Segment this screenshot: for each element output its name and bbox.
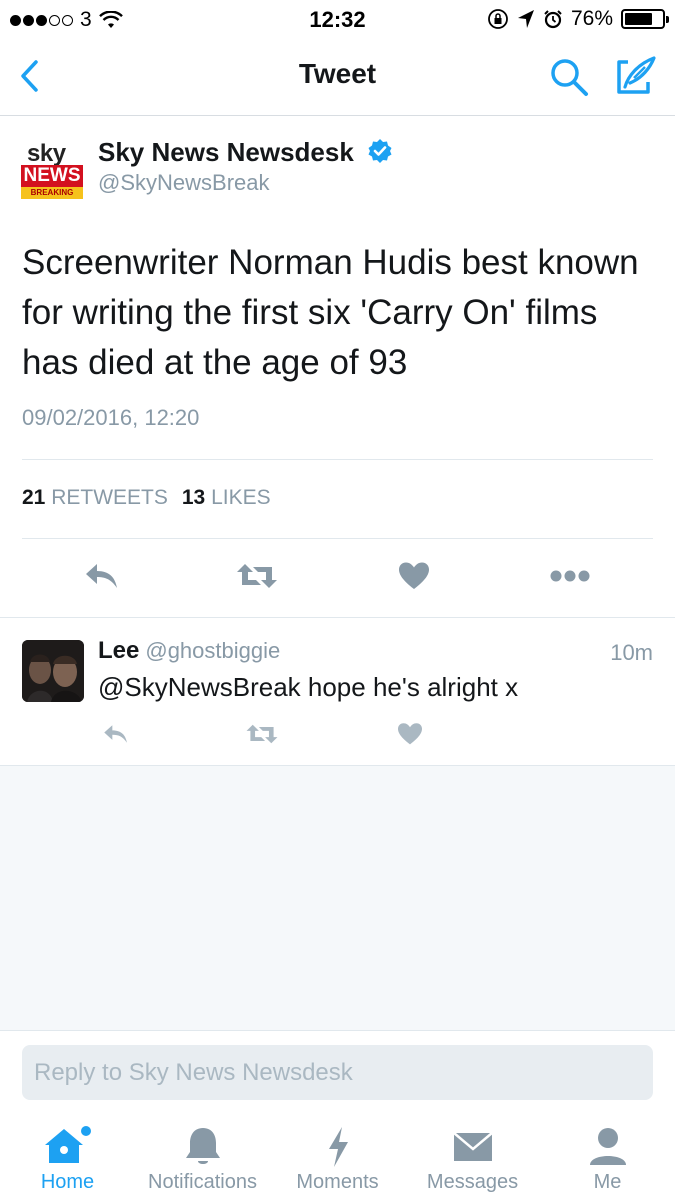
bell-icon — [185, 1128, 220, 1164]
battery-icon — [621, 9, 669, 29]
tab-label: Notifications — [148, 1171, 257, 1193]
compose-icon[interactable] — [612, 54, 658, 98]
battery-percentage: 76% — [570, 7, 613, 30]
home-icon — [44, 1126, 91, 1163]
reply-author-name: Lee — [98, 637, 140, 664]
section-divider — [0, 617, 675, 618]
tab-me[interactable]: Me — [540, 1115, 675, 1200]
rotation-lock-icon — [488, 9, 508, 29]
divider — [22, 459, 653, 460]
tweet-text: Screenwriter Norman Hudis best known for… — [22, 243, 639, 382]
tab-label: Messages — [426, 1171, 519, 1193]
battery-level — [625, 13, 653, 25]
reply-icon — [104, 725, 127, 743]
tweet-timestamp: 09/02/2016, 12:20 — [22, 405, 200, 430]
verified-badge-icon — [368, 139, 392, 163]
heart-icon — [398, 723, 422, 745]
author-avatar[interactable]: sky NEWS BREAKING — [21, 140, 85, 202]
tweet-stats: 21 RETWEETS 13 LIKES — [22, 486, 271, 510]
more-dots-icon — [550, 570, 590, 582]
tab-label: Moments — [296, 1171, 379, 1193]
envelope-icon — [452, 1132, 493, 1161]
status-bar: 3 12:32 76% — [0, 0, 675, 38]
retweet-button[interactable] — [235, 556, 279, 596]
divider — [22, 538, 653, 539]
logo-breaking-text: BREAKING — [21, 187, 83, 199]
avatar-photo — [22, 640, 84, 702]
retweets-stat[interactable]: 21 RETWEETS — [22, 486, 168, 510]
signal-strength-icon — [10, 14, 73, 26]
avatar[interactable] — [22, 640, 84, 702]
alarm-icon — [544, 10, 562, 29]
reply-actions — [0, 714, 675, 754]
author-handle[interactable]: @SkyNewsBreak — [98, 170, 270, 196]
heart-icon — [399, 562, 429, 589]
navigation-bar: Tweet — [0, 38, 675, 116]
search-icon[interactable] — [548, 56, 590, 98]
reply-author-handle: @ghostbiggie — [145, 638, 281, 663]
author-name-text: Sky News Newsdesk — [98, 137, 354, 167]
tab-label: Home — [40, 1171, 95, 1193]
lightning-icon — [328, 1127, 348, 1167]
like-button[interactable] — [392, 556, 436, 596]
likes-count: 13 — [181, 486, 206, 509]
retweet-icon — [246, 724, 278, 744]
reply-icon — [86, 564, 117, 588]
tweet-actions — [0, 556, 675, 600]
logo-sky-text: sky — [27, 140, 66, 167]
tab-label: Me — [593, 1171, 622, 1193]
location-icon — [517, 10, 534, 28]
reply-reply-button[interactable] — [94, 714, 138, 754]
reply-input[interactable] — [22, 1045, 653, 1100]
likes-stat[interactable]: 13 LIKES — [182, 486, 271, 510]
reply-composer — [0, 1030, 675, 1115]
reply-like-button[interactable] — [388, 714, 432, 754]
status-icons: 76% — [487, 7, 669, 31]
reply-timestamp: 10m — [610, 640, 653, 665]
retweets-count: 21 — [22, 486, 46, 509]
tab-moments[interactable]: Moments — [270, 1115, 405, 1200]
reply-retweet-button[interactable] — [240, 714, 284, 754]
reply-button[interactable] — [80, 556, 124, 596]
tab-bar: Home Notifications Moments Messages Me — [0, 1115, 675, 1200]
chevron-left-icon[interactable] — [14, 56, 48, 96]
tab-messages[interactable]: Messages — [405, 1115, 540, 1200]
reply-text: @SkyNewsBreak hope he's alright x — [98, 672, 519, 702]
tab-notifications[interactable]: Notifications — [135, 1115, 270, 1200]
reply-author[interactable]: Lee @ghostbiggie — [98, 637, 280, 665]
retweets-label: RETWEETS — [51, 486, 168, 509]
wifi-icon — [98, 11, 123, 28]
carrier-name: 3 — [80, 8, 92, 31]
likes-label: LIKES — [211, 486, 271, 509]
empty-area — [0, 766, 675, 1030]
logo-news-text: NEWS — [21, 165, 83, 187]
carrier-info: 3 — [10, 8, 123, 32]
retweet-icon — [237, 564, 277, 588]
more-button[interactable] — [548, 556, 592, 596]
tab-home[interactable]: Home — [0, 1115, 135, 1200]
person-icon — [589, 1128, 626, 1165]
author-name[interactable]: Sky News Newsdesk — [98, 137, 393, 168]
